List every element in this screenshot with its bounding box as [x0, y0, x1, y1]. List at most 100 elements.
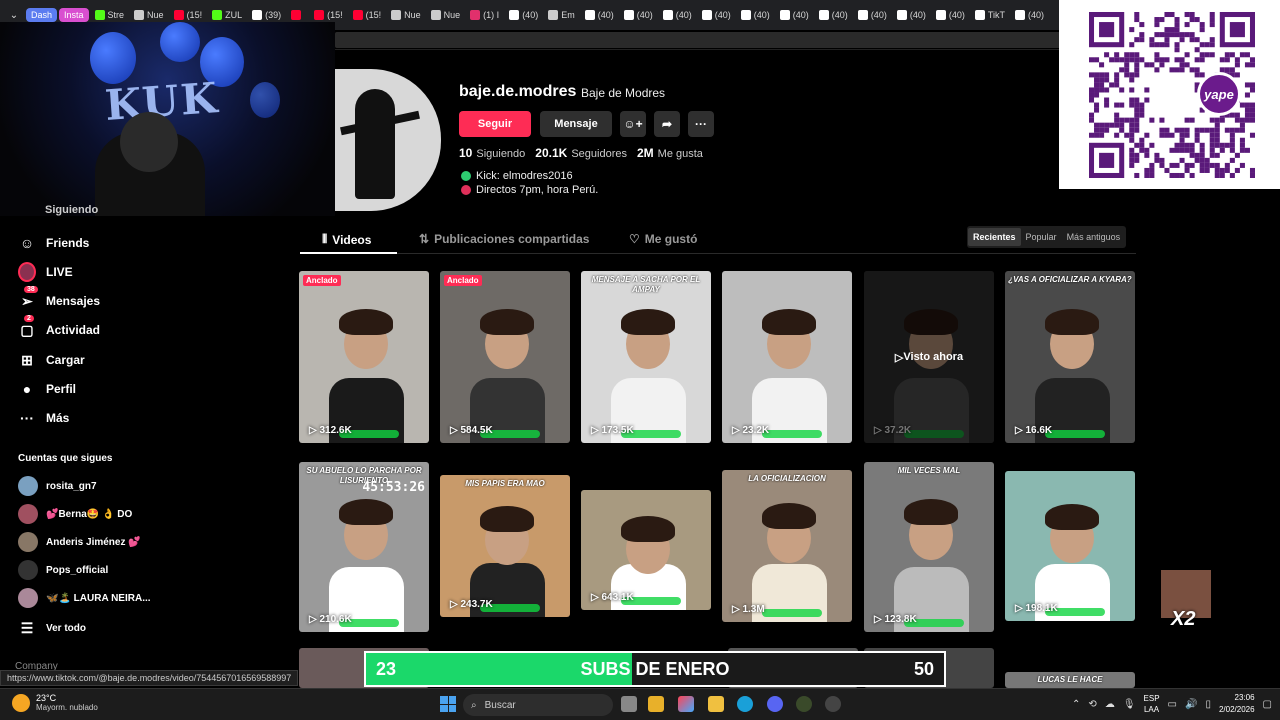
following-account-name: 🦋🏝️ LAURA NEIRA... [46, 592, 151, 604]
sidebar-item-actividad[interactable]: ▢ 2 Actividad [18, 315, 100, 339]
browser-tab[interactable]: (40) [698, 4, 735, 26]
video-card-partial[interactable]: LUCAS LE HACE [1005, 672, 1135, 688]
tab-videos[interactable]: ⦀ Videos [322, 232, 371, 247]
live-icon [18, 262, 36, 282]
language-indicator[interactable]: ESP LAA [1144, 693, 1160, 715]
video-card[interactable]: LA OFICIALIZACION ▷ 1.3M [722, 470, 852, 622]
notifications-icon[interactable]: ▢ [1263, 699, 1272, 710]
search-placeholder: Buscar [484, 699, 516, 711]
edge-icon[interactable] [737, 696, 753, 712]
browser-tab[interactable]: (40) [737, 4, 774, 26]
browser-tab[interactable]: (40) [932, 4, 969, 26]
clock[interactable]: 23:06 2/02/2026 [1219, 692, 1255, 716]
browser-tab[interactable]: Insta [59, 8, 89, 22]
browser-tab[interactable]: (40) [776, 4, 813, 26]
share-button[interactable]: ➦ [654, 111, 680, 137]
video-card[interactable]: Anclado ▷ 584.5K [440, 271, 570, 443]
tab-liked[interactable]: ♡ Me gustó [629, 232, 697, 246]
browser-tab[interactable]: (40) [505, 4, 542, 26]
sort-recent[interactable]: Recientes [968, 228, 1021, 246]
sidebar-item-cargar[interactable]: ⊞ Cargar [18, 351, 85, 369]
following-account[interactable]: rosita_gn7 [18, 476, 97, 496]
browser-tab[interactable]: (40) [1011, 4, 1048, 26]
tab-reposts[interactable]: ⇅ Publicaciones compartidas [419, 232, 589, 246]
browser-tab[interactable]: (40) [620, 4, 657, 26]
balloon-decoration [250, 82, 280, 118]
chevron-up-icon[interactable]: ⌃ [1072, 699, 1080, 710]
following-account[interactable]: 💕Berna🤩 👌 DO [18, 504, 132, 524]
video-card[interactable]: ▷ 198.1K [1005, 471, 1135, 621]
avatar [18, 476, 38, 496]
video-card[interactable]: Anclado ▷ 312.6K [299, 271, 429, 443]
battery-icon[interactable]: ▯ [1205, 699, 1211, 710]
video-view-count: ▷ 23.2K [732, 425, 769, 436]
cloud-icon[interactable]: ☁ [1105, 699, 1115, 710]
browser-tab[interactable]: Em [544, 4, 579, 26]
following-account[interactable]: Anderis Jiménez 💕 [18, 532, 141, 552]
stat-siguiendo[interactable]: 10 Siguiendo [459, 146, 525, 160]
video-card[interactable]: ▷ 37.2K▷ Visto ahora [864, 271, 994, 443]
follow-button[interactable]: Seguir [459, 111, 531, 137]
video-card[interactable]: ¿VAS A OFICIALIZAR A KYARA? ▷ 16.6K [1005, 271, 1135, 443]
video-card[interactable]: SU ABUELO LO PARCHA POR LISURIENTO 45:53:… [299, 462, 429, 632]
browser-tab[interactable]: (40) [854, 4, 891, 26]
sidebar-item-perfil[interactable]: ● Perfil [18, 380, 76, 398]
volume-icon[interactable]: 🔊 [1185, 699, 1197, 710]
following-account[interactable]: 🦋🏝️ LAURA NEIRA... [18, 588, 151, 608]
network-icon[interactable]: ▭ [1168, 699, 1177, 710]
following-account[interactable]: Pops_official [18, 560, 108, 580]
stat-number: 20.1K [535, 146, 568, 160]
address-bar[interactable] [335, 32, 1070, 48]
browser-tab[interactable]: (40) [659, 4, 696, 26]
message-button[interactable]: Mensaje [540, 111, 612, 137]
weather-temp: 23°C [36, 693, 57, 703]
sidebar-item-following-partial[interactable]: Siguiendo [45, 204, 98, 216]
files-app-icon[interactable] [648, 696, 664, 712]
app-icon[interactable] [796, 696, 812, 712]
video-card[interactable]: MENSAJE A SACHA POR EL AMPAY ▷ 173.5K [581, 271, 711, 443]
balloon-decoration [90, 32, 136, 84]
browser-tab[interactable]: Nue [427, 4, 465, 26]
browser-tab[interactable]: Dash [26, 8, 58, 22]
stat-number: 10 [459, 146, 473, 160]
browser-tab[interactable]: (40) [815, 4, 852, 26]
browser-tab[interactable]: (40) [581, 4, 618, 26]
task-view-icon[interactable] [621, 696, 637, 712]
file-explorer-icon[interactable] [708, 696, 724, 712]
sidebar-item-mensajes[interactable]: ➢ 38 Mensajes [18, 286, 100, 310]
sidebar-item-label: Friends [46, 236, 90, 250]
video-card[interactable]: MIL VECES MAL ▷ 123.8K [864, 462, 994, 632]
stat-seguidores[interactable]: 20.1K Seguidores [535, 146, 627, 160]
sidebar-item-ms[interactable]: ··· Más [18, 409, 69, 427]
video-card[interactable]: ▷ 23.2K [722, 271, 852, 443]
following-heading: Cuentas que sigues [18, 453, 113, 464]
see-all-link[interactable]: ☰ Ver todo [18, 619, 86, 637]
sidebar-item-live[interactable]: LIVE [18, 262, 73, 282]
more-options-button[interactable]: ··· [688, 111, 714, 137]
video-view-count: ▷ 243.7K [450, 599, 493, 610]
copilot-icon[interactable] [678, 696, 694, 712]
profile-avatar[interactable] [335, 69, 441, 211]
sync-icon[interactable]: ⟲ [1088, 699, 1096, 710]
suggest-accounts-button[interactable]: ☺+ [620, 111, 646, 137]
windows-start-icon[interactable] [440, 696, 456, 712]
sidebar-item-label: Más [46, 411, 70, 425]
browser-tab[interactable]: Nue [387, 4, 425, 26]
video-card[interactable]: ▷ 643.1K [581, 490, 711, 610]
sidebar-item-friends[interactable]: ☺ Friends [18, 234, 90, 252]
discord-icon[interactable] [767, 696, 783, 712]
browser-tab[interactable]: (1) I [466, 4, 503, 26]
video-card[interactable]: MIS PAPIS ERA MAO ▷ 243.7K [440, 475, 570, 617]
view-count-text: 23.2K [742, 425, 770, 436]
sort-popular[interactable]: Popular [1021, 228, 1062, 246]
browser-tab[interactable]: (15! [349, 4, 386, 26]
tab-favicon-icon [779, 10, 790, 20]
mic-icon[interactable]: 🎙 [1123, 699, 1136, 710]
taskbar-search[interactable]: ⌕ Buscar [463, 694, 613, 716]
stat-megusta[interactable]: 2M Me gusta [637, 146, 703, 160]
browser-tab[interactable]: TikT [971, 4, 1009, 26]
weather-widget[interactable]: 23°C Mayorm. nublado [12, 693, 98, 712]
browser-tab[interactable]: (40) [893, 4, 930, 26]
sort-oldest[interactable]: Más antiguos [1062, 228, 1126, 246]
obs-icon[interactable] [825, 696, 841, 712]
